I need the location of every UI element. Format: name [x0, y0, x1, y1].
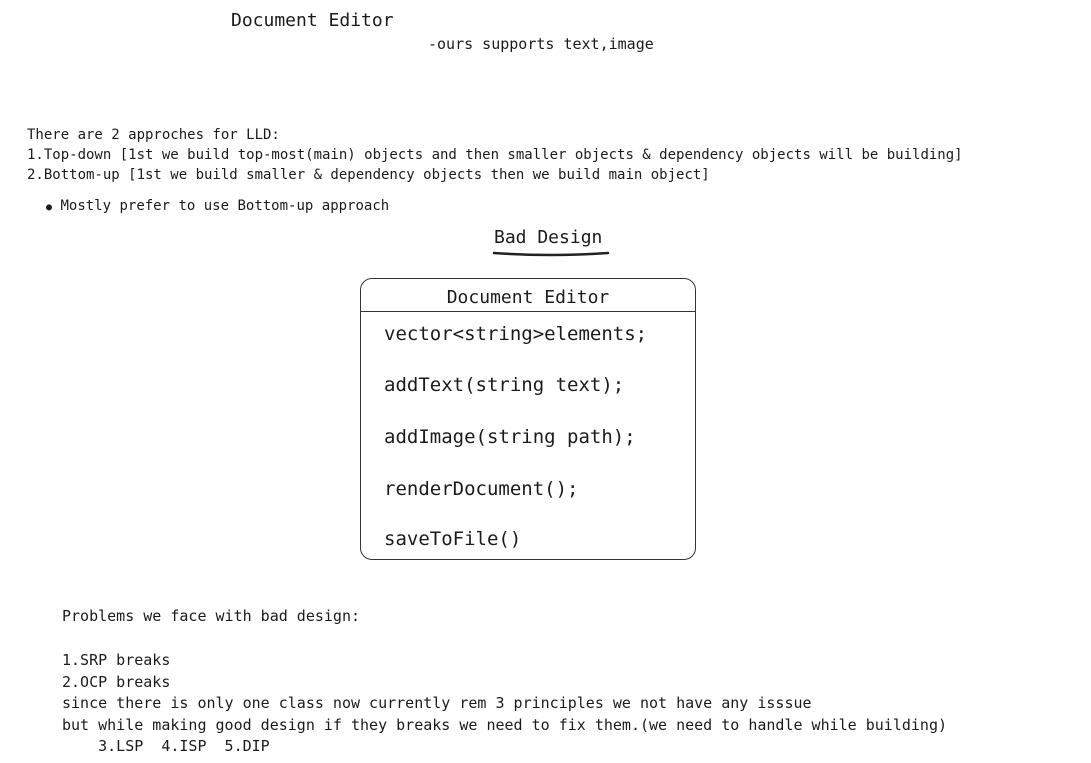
class-divider: [361, 311, 695, 312]
page-subtitle: -ours supports text,image: [428, 35, 654, 53]
bullet-item: ● Mostly prefer to use Bottom-up approac…: [46, 198, 389, 214]
class-member-save-to-file: saveToFile(): [384, 528, 522, 550]
class-name: Document Editor: [446, 287, 610, 308]
bullet-text: Mostly prefer to use Bottom-up approach: [60, 198, 390, 214]
page-title: Document Editor: [231, 10, 394, 31]
problem-note-2: but while making good design if they bre…: [62, 716, 948, 734]
class-member-elements: vector<string>elements;: [384, 323, 648, 345]
approach-top-down: 1.Top-down [1st we build top-most(main) …: [27, 147, 963, 163]
approach-bottom-up: 2.Bottom-up [1st we build smaller & depe…: [27, 167, 710, 183]
class-box-document-editor: Document Editor vector<string>elements; …: [360, 278, 696, 560]
problems-intro: Problems we face with bad design:: [62, 607, 361, 625]
problem-srp: 1.SRP breaks: [62, 651, 171, 669]
bullet-dot-icon: ●: [46, 202, 53, 213]
bad-design-heading: Bad Design: [494, 227, 603, 248]
heading-underline: [492, 251, 610, 257]
approaches-intro: There are 2 approches for LLD:: [27, 127, 280, 143]
problem-ocp: 2.OCP breaks: [62, 673, 171, 691]
problem-remaining-principles: 3.LSP 4.ISP 5.DIP: [62, 737, 270, 755]
class-member-add-text: addText(string text);: [384, 374, 625, 396]
class-member-render-document: renderDocument();: [384, 478, 579, 500]
problem-note-1: since there is only one class now curren…: [62, 694, 812, 712]
class-member-add-image: addImage(string path);: [384, 426, 636, 448]
